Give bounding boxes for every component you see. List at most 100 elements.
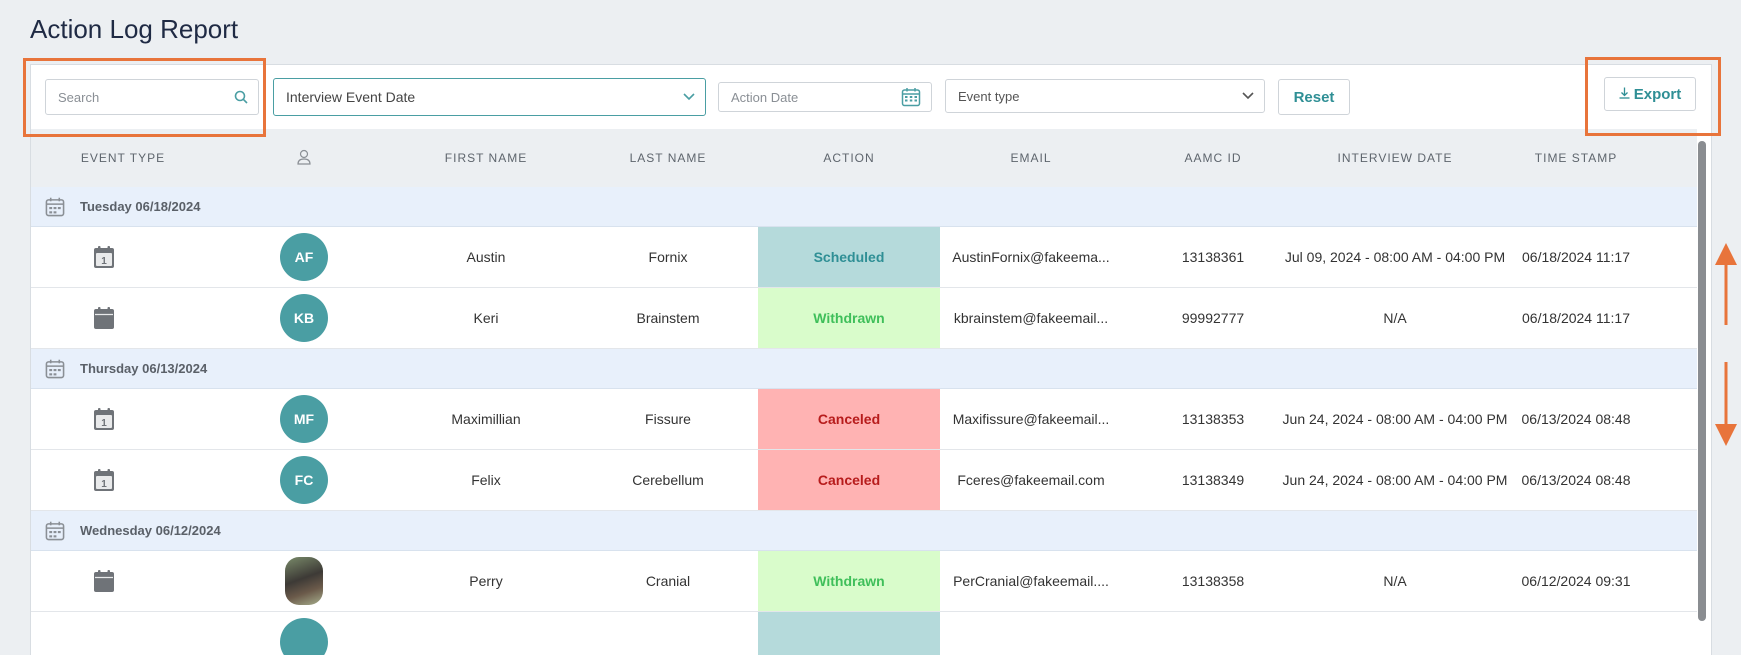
header-event-type[interactable]: EVENT TYPE bbox=[81, 151, 165, 165]
page-title: Action Log Report bbox=[30, 14, 239, 44]
header-interview-date[interactable]: INTERVIEW DATE bbox=[1338, 151, 1453, 165]
time-stamp-cell: 06/12/2024 09:31 bbox=[1521, 573, 1631, 589]
calendar-icon bbox=[94, 551, 114, 611]
scrollbar-track[interactable] bbox=[1698, 141, 1706, 621]
email-cell: kbrainstem@fakeemail... bbox=[953, 310, 1109, 326]
time-stamp-cell: 06/13/2024 08:48 bbox=[1521, 472, 1631, 488]
date-group-label: Wednesday 06/12/2024 bbox=[80, 523, 221, 538]
header-last-name[interactable]: LAST NAME bbox=[630, 151, 707, 165]
table-row[interactable]: 1 MF Maximillian Fissure Canceled Maxifissure… bbox=[31, 389, 1697, 450]
calendar-icon bbox=[94, 288, 114, 348]
avatar[interactable]: AF bbox=[280, 233, 328, 281]
last-name-cell: Cerebellum bbox=[632, 472, 704, 488]
header-first-name[interactable]: FIRST NAME bbox=[445, 151, 527, 165]
person-icon bbox=[297, 149, 311, 168]
aamc-id-cell: 13138358 bbox=[1181, 573, 1245, 589]
action-status-badge: Canceled bbox=[758, 389, 940, 449]
event-type-select[interactable]: Event type bbox=[945, 79, 1265, 113]
avatar-cell bbox=[285, 551, 323, 611]
download-icon bbox=[1619, 86, 1630, 103]
email-cell: Maxifissure@fakeemail... bbox=[952, 411, 1110, 427]
report-card: Search Interview Event Date Action Date … bbox=[30, 64, 1712, 655]
first-name-cell: Keri bbox=[473, 310, 499, 326]
action-status-badge: Scheduled bbox=[758, 227, 940, 287]
first-name-cell: Perry bbox=[469, 573, 503, 589]
calendar-icon bbox=[45, 359, 65, 384]
aamc-id-cell: 13138353 bbox=[1181, 411, 1245, 427]
interview-date-cell: Jun 24, 2024 - 08:00 AM - 04:00 PM bbox=[1282, 411, 1508, 427]
table-row[interactable]: Perry Cranial Withdrawn PerCranial@fakeemai… bbox=[31, 551, 1697, 612]
last-name-cell: Cranial bbox=[645, 573, 691, 589]
search-input[interactable]: Search bbox=[45, 79, 259, 115]
scrollbar-thumb[interactable] bbox=[1698, 141, 1706, 621]
aamc-id-cell: 13138361 bbox=[1181, 249, 1245, 265]
calendar-icon[interactable] bbox=[901, 87, 921, 107]
date-group-row: Tuesday 06/18/2024 bbox=[31, 187, 1697, 227]
header-email[interactable]: EMAIL bbox=[1010, 151, 1051, 165]
svg-text:1: 1 bbox=[101, 256, 107, 267]
table-row[interactable]: 1 AF Austin Fornix Scheduled AustinFornix@fak… bbox=[31, 227, 1697, 288]
avatar-cell: FC bbox=[280, 450, 328, 510]
avatar-photo[interactable] bbox=[285, 557, 323, 605]
avatar[interactable] bbox=[280, 618, 328, 655]
calendar-day-icon: 1 bbox=[94, 389, 114, 449]
calendar-day-icon: 1 bbox=[94, 450, 114, 510]
last-name-cell: Brainstem bbox=[636, 310, 700, 326]
scroll-down-arrow-icon bbox=[1715, 362, 1737, 446]
avatar[interactable]: KB bbox=[280, 294, 328, 342]
action-date-placeholder: Action Date bbox=[731, 89, 799, 105]
avatar[interactable]: MF bbox=[280, 395, 328, 443]
table-header: EVENT TYPE FIRST NAME LAST NAME ACTION E… bbox=[31, 129, 1697, 187]
interview-date-cell: N/A bbox=[1383, 310, 1407, 326]
search-placeholder: Search bbox=[58, 89, 100, 105]
action-status-badge: Withdrawn bbox=[758, 288, 940, 348]
scroll-up-arrow-icon bbox=[1715, 243, 1737, 325]
calendar-day-icon: 1 bbox=[94, 227, 114, 287]
interview-date-cell: Jul 09, 2024 - 08:00 AM - 04:00 PM bbox=[1284, 249, 1506, 265]
first-name-cell: Austin bbox=[466, 249, 506, 265]
calendar-icon bbox=[45, 521, 65, 546]
email-cell: PerCranial@fakeemail.... bbox=[953, 573, 1109, 589]
date-group-row: Thursday 06/13/2024 bbox=[31, 349, 1697, 389]
avatar-cell: MF bbox=[280, 389, 328, 449]
chevron-down-icon[interactable] bbox=[1242, 92, 1254, 100]
first-name-cell: Felix bbox=[471, 472, 501, 488]
email-cell: Fceres@fakeemail.com bbox=[957, 472, 1105, 488]
avatar[interactable]: FC bbox=[280, 456, 328, 504]
svg-text:1: 1 bbox=[101, 418, 107, 429]
aamc-id-cell: 13138349 bbox=[1181, 472, 1245, 488]
header-time-stamp[interactable]: TIME STAMP bbox=[1535, 151, 1617, 165]
filter-bar: Search Interview Event Date Action Date … bbox=[31, 65, 1711, 129]
aamc-id-cell: 99992777 bbox=[1181, 310, 1245, 326]
date-group-label: Tuesday 06/18/2024 bbox=[80, 199, 201, 214]
export-button[interactable]: Export bbox=[1604, 77, 1696, 111]
first-name-cell: Maximillian bbox=[451, 411, 521, 427]
table-row-partial[interactable] bbox=[31, 612, 1697, 655]
action-date-input[interactable]: Action Date bbox=[718, 82, 932, 112]
action-status-badge: Withdrawn bbox=[758, 551, 940, 611]
table-row[interactable]: 1 FC Felix Cerebellum Canceled Fceres@fakeema… bbox=[31, 450, 1697, 511]
avatar-cell: KB bbox=[280, 288, 328, 348]
header-aamc-id[interactable]: AAMC ID bbox=[1184, 151, 1241, 165]
last-name-cell: Fornix bbox=[648, 249, 688, 265]
date-type-select[interactable]: Interview Event Date bbox=[273, 78, 706, 116]
search-icon[interactable] bbox=[234, 90, 248, 104]
action-status-badge bbox=[758, 612, 940, 655]
chevron-down-icon[interactable] bbox=[683, 93, 695, 101]
calendar-icon bbox=[45, 197, 65, 222]
interview-date-cell: N/A bbox=[1383, 573, 1407, 589]
reset-button[interactable]: Reset bbox=[1278, 79, 1350, 115]
svg-text:1: 1 bbox=[101, 479, 107, 490]
table-row[interactable]: KB Keri Brainstem Withdrawn kbrainstem@fakee… bbox=[31, 288, 1697, 349]
table-body: Tuesday 06/18/2024 1 AF Austin Fornix Schedul… bbox=[31, 187, 1697, 655]
avatar-cell bbox=[280, 612, 328, 655]
time-stamp-cell: 06/18/2024 11:17 bbox=[1522, 249, 1630, 265]
date-group-label: Thursday 06/13/2024 bbox=[80, 361, 208, 376]
header-action[interactable]: ACTION bbox=[823, 151, 874, 165]
action-status-badge: Canceled bbox=[758, 450, 940, 510]
interview-date-cell: Jun 24, 2024 - 08:00 AM - 04:00 PM bbox=[1282, 472, 1508, 488]
event-type-placeholder: Event type bbox=[958, 88, 1020, 104]
avatar-cell: AF bbox=[280, 227, 328, 287]
date-group-row: Wednesday 06/12/2024 bbox=[31, 511, 1697, 551]
date-type-value: Interview Event Date bbox=[286, 89, 416, 105]
